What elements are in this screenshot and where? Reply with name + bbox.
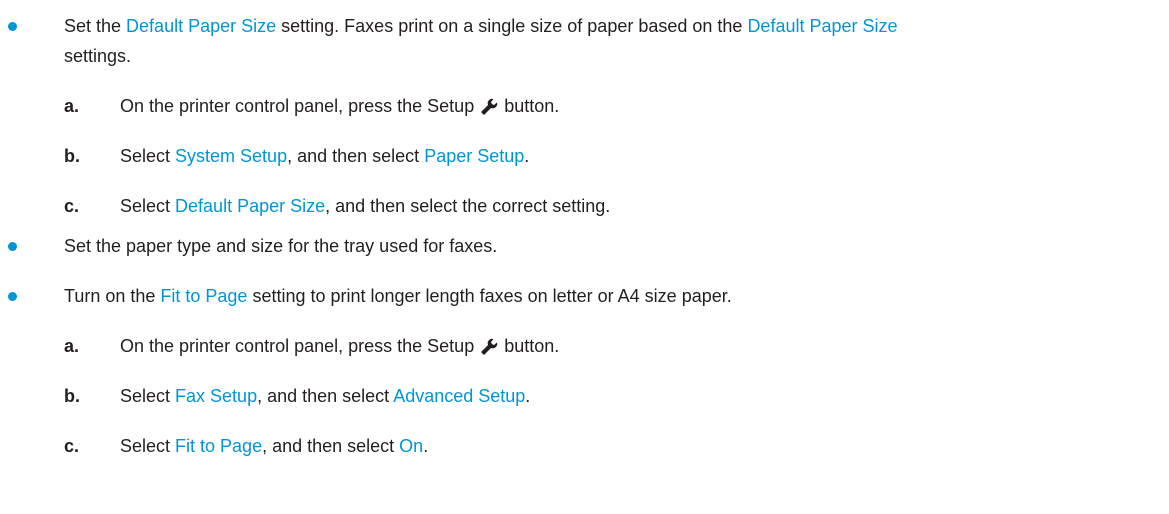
ui-term-default-paper-size: Default Paper Size [126, 16, 277, 36]
step-letter: c. [64, 196, 80, 216]
text-run: Turn on the [64, 286, 161, 306]
ui-term-fit-to-page: Fit to Page [175, 436, 263, 456]
bullet-dot [8, 292, 17, 301]
text-run: Select [120, 386, 176, 406]
wrench-icon [481, 98, 498, 115]
ui-term-paper-setup: Paper Setup [424, 146, 525, 166]
ui-term-fax-setup: Fax Setup [175, 386, 258, 406]
text-run: Select [120, 146, 176, 166]
text-run: . [423, 436, 429, 456]
text-run: , and then select the correct setting. [325, 196, 611, 216]
text-run: . [525, 386, 531, 406]
ui-term-default-paper-size: Default Paper Size [747, 16, 898, 36]
text-run: Set the [64, 16, 127, 36]
bullet-text: Set the paper type and size for the tray… [64, 236, 498, 256]
step-letter: a. [64, 96, 80, 116]
ui-term-default-paper-size: Default Paper Size [175, 196, 326, 216]
text-run: setting. Faxes print on a single size of… [276, 16, 748, 36]
step-letter: c. [64, 436, 80, 456]
step-text: Select Default Paper Size, and then sele… [120, 194, 610, 218]
bullet-text-continued: settings. [64, 46, 132, 66]
text-run: , and then select [287, 146, 425, 166]
step-letter: b. [64, 146, 80, 166]
text-run: Select [120, 436, 176, 456]
text-run: On the printer control panel, press the … [120, 96, 475, 116]
step-text: Select Fit to Page, and then select On. [120, 434, 428, 458]
step-text: On the printer control panel, press the … [120, 334, 559, 358]
bullet-dot [8, 242, 17, 251]
wrench-icon [481, 338, 498, 355]
step-letter: b. [64, 386, 80, 406]
bullet-text: Set the Default Paper Size setting. Faxe… [64, 14, 898, 38]
ui-term-advanced-setup: Advanced Setup [393, 386, 526, 406]
step-letter: a. [64, 336, 80, 356]
text-run: setting to print longer length faxes on … [247, 286, 732, 306]
text-run: . [524, 146, 530, 166]
text-run: , and then select [262, 436, 400, 456]
text-run: On the printer control panel, press the … [120, 336, 475, 356]
bullet-dot [8, 22, 17, 31]
step-text: Select Fax Setup, and then select Advanc… [120, 384, 530, 408]
text-run: button. [504, 96, 560, 116]
text-run: button. [504, 336, 560, 356]
step-text: On the printer control panel, press the … [120, 94, 559, 118]
ui-term-fit-to-page: Fit to Page [160, 286, 248, 306]
text-run: , and then select [257, 386, 394, 406]
bullet-text: Turn on the Fit to Page setting to print… [64, 284, 732, 308]
step-text: Select System Setup, and then select Pap… [120, 144, 529, 168]
text-run: Select [120, 196, 176, 216]
ui-term-system-setup: System Setup [175, 146, 288, 166]
ui-term-on: On [399, 436, 424, 456]
